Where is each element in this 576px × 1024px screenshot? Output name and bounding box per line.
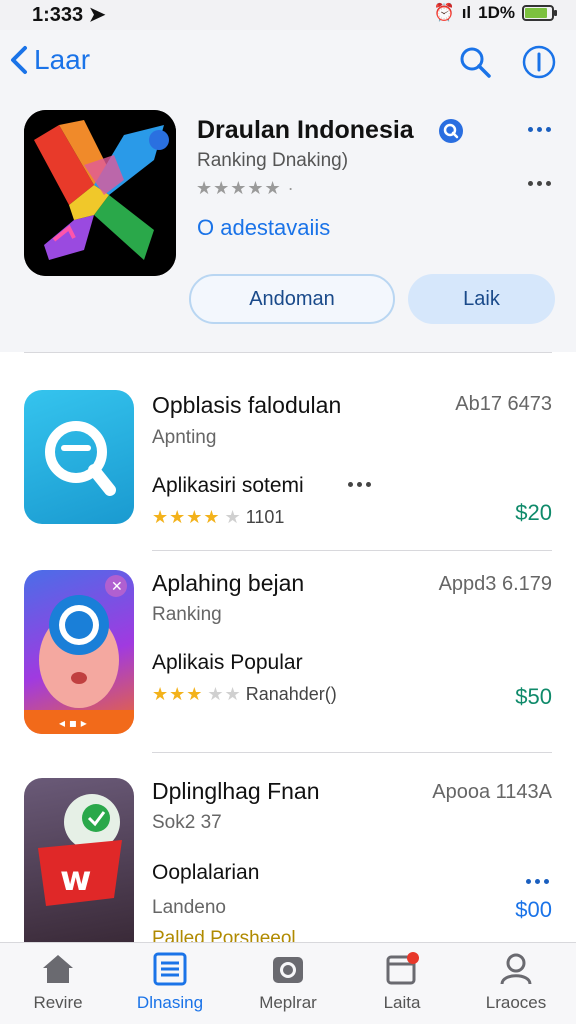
more-options-button[interactable] (524, 122, 554, 136)
list-item-extra: Palled Porsheeol (152, 928, 296, 942)
list-item-price[interactable]: $20 (515, 500, 552, 526)
rating-stars: ★★★★ (152, 507, 221, 527)
home-icon (43, 955, 73, 983)
tab-label: Revire (33, 993, 83, 1012)
secondary-action-button[interactable]: Laik (408, 274, 555, 324)
app-header: Draulan Indonesia Ranking Dnaking) ★★★★★… (0, 100, 576, 352)
signal-icon: ıl (461, 3, 472, 22)
list-item-title[interactable]: Opblasis falodulan (152, 392, 341, 419)
face-app-icon: ◂ ▪ ▸ ✕ (24, 575, 134, 734)
list-item-more-button[interactable] (344, 477, 374, 491)
verified-badge-icon (439, 119, 463, 143)
list-item-subtitle: Apnting (152, 427, 217, 448)
status-time: 1:333 ➤ (32, 4, 106, 26)
list-item-title[interactable]: Dplinglhag Fnan (152, 778, 320, 805)
rating-count: Ranahder() (245, 684, 337, 704)
list-item-rating: ★★★ ★★ Ranahder() (152, 684, 337, 705)
back-label: Laar (34, 44, 91, 75)
row-divider (152, 550, 552, 551)
tab-label: Lraoces (485, 993, 547, 1012)
svg-text:✕: ✕ (111, 579, 123, 595)
svg-text:◂ ▪ ▸: ◂ ▪ ▸ (59, 716, 87, 730)
tab-dlnasing[interactable]: Dlnasing (120, 951, 220, 1013)
header-divider (24, 352, 552, 353)
search-app-icon (45, 421, 116, 496)
tab-label: Laita (383, 993, 421, 1012)
svg-text:w: w (60, 859, 91, 899)
tab-label: Dlnasing (136, 993, 204, 1012)
tab-label: Meplrar (259, 993, 317, 1012)
calendar-icon (386, 952, 419, 985)
tab-lraoces[interactable]: Lraoces (466, 951, 566, 1013)
rating-stars: ★★★ (152, 684, 204, 704)
app-details-link[interactable]: O adestavaiis (197, 215, 330, 241)
list-item-description: Aplikasiri sotemi (152, 474, 304, 497)
row-divider (152, 752, 552, 753)
tab-revire[interactable]: Revire (8, 951, 108, 1013)
app-icon[interactable] (24, 110, 176, 276)
list-item-rating-text: Landeno (152, 897, 226, 918)
battery-level (525, 8, 548, 18)
list-item-meta: Apooa 1143A (432, 781, 552, 803)
camera-icon (273, 957, 303, 983)
w-app-icon: w (38, 794, 122, 906)
tab-laita[interactable]: Laita (352, 951, 452, 1013)
list-item-description: Ooplalarian (152, 861, 260, 884)
list-item-icon[interactable] (24, 390, 134, 524)
list-item-subtitle: Sok2 37 (152, 812, 222, 833)
info-icon[interactable] (521, 44, 557, 80)
status-bar: 1:333 ➤ ⏰ ıl 1D% (0, 0, 576, 30)
list-item-icon[interactable]: ◂ ▪ ▸ ✕ (24, 570, 134, 734)
rating-count: 1101 (245, 507, 285, 527)
list-icon (153, 952, 187, 986)
list-item-title[interactable]: Aplahing bejan (152, 570, 304, 597)
alarm-icon: ⏰ (433, 3, 455, 22)
list-item-meta: Ab17 6473 (455, 393, 552, 415)
back-button[interactable]: Laar (8, 44, 90, 76)
app-title: Draulan Indonesia (197, 116, 414, 144)
secondary-more-button[interactable] (524, 176, 554, 190)
list-item-description: Aplikais Popular (152, 651, 303, 674)
list-item-meta: Appd3 6.179 (438, 573, 552, 595)
tab-meplrar[interactable]: Meplrar (238, 951, 338, 1013)
list-item-subtitle: Ranking (152, 604, 222, 625)
list-item-icon[interactable]: w (24, 778, 134, 942)
nav-bar: Laar (0, 30, 576, 100)
list-item-price[interactable]: $50 (515, 684, 552, 710)
app-rating-stars: ★★★★★ · (196, 178, 295, 198)
list-item-price[interactable]: $00 (515, 897, 552, 923)
primary-action-button[interactable]: Andoman (189, 274, 395, 324)
person-icon (500, 953, 532, 985)
status-icons: ⏰ ıl 1D% (433, 3, 557, 23)
chevron-left-icon (11, 46, 27, 74)
battery-icon (522, 5, 557, 21)
rating-stars-empty: ★★ (207, 684, 242, 704)
tab-bar: Revire Dlnasing Meplrar Laita Lraoces (0, 942, 576, 1024)
list-item-rating: ★★★★ ★ 1101 (152, 507, 284, 528)
search-icon[interactable] (457, 44, 493, 80)
rating-stars-empty: ★ (224, 507, 242, 527)
list-item-more-button[interactable] (522, 874, 552, 888)
app-subtitle: Ranking Dnaking) (197, 150, 349, 171)
battery-percent: 1D% (478, 3, 515, 22)
cross-app-icon (24, 110, 176, 276)
